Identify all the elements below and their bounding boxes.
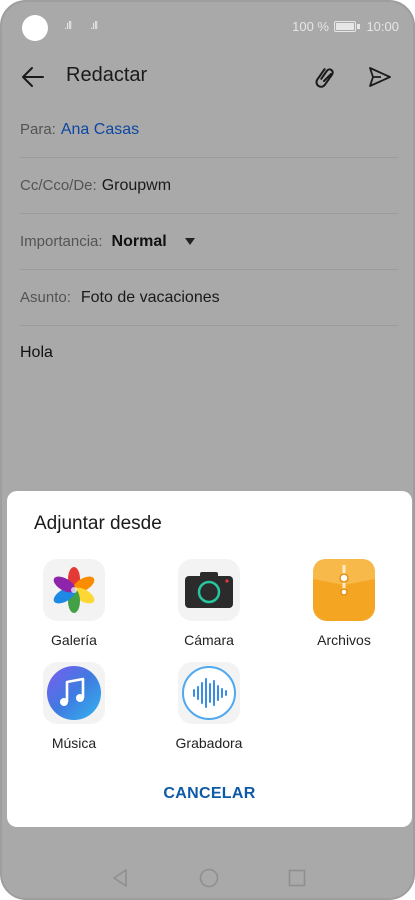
cc-field[interactable]: Cc/Cco/De: Groupwm bbox=[20, 158, 398, 214]
gallery-label: Galería bbox=[51, 632, 97, 648]
signal-icon-2: .ıll bbox=[90, 20, 98, 32]
message-body[interactable]: Hola bbox=[20, 344, 398, 362]
importance-label: Importancia: bbox=[20, 233, 103, 250]
triangle-back-icon bbox=[113, 869, 127, 887]
navigation-bar bbox=[2, 854, 413, 898]
page-title: Redactar bbox=[66, 64, 148, 86]
sheet-title: Adjuntar desde bbox=[34, 513, 162, 534]
camera-icon bbox=[178, 559, 240, 621]
to-label: Para: bbox=[20, 121, 56, 138]
music-label: Música bbox=[51, 735, 97, 751]
status-bar: .ıll .ıll 100 % 10:00 bbox=[2, 2, 413, 52]
dropdown-arrow-icon[interactable] bbox=[184, 238, 195, 245]
square-recents-icon bbox=[288, 869, 306, 887]
option-music[interactable]: Música bbox=[14, 662, 134, 751]
app-bar: Redactar bbox=[2, 52, 413, 102]
phone-screen: .ıll .ıll 100 % 10:00 Redactar Para: Ana… bbox=[0, 0, 415, 900]
recorder-label: Grabadora bbox=[175, 735, 243, 751]
files-label: Archivos bbox=[317, 632, 371, 648]
cc-value: Groupwm bbox=[101, 176, 172, 194]
attach-button[interactable] bbox=[309, 60, 343, 94]
option-camera[interactable]: Cámara bbox=[149, 559, 269, 648]
option-files[interactable]: Archivos bbox=[284, 559, 404, 648]
files-icon bbox=[313, 559, 375, 621]
signal-icon: .ıll bbox=[64, 20, 72, 32]
recorder-icon bbox=[178, 662, 240, 724]
circle-home-icon bbox=[199, 868, 219, 888]
subject-field[interactable]: Asunto: Foto de vacaciones bbox=[20, 270, 398, 326]
option-recorder[interactable]: Grabadora bbox=[149, 662, 269, 751]
to-field[interactable]: Para: Ana Casas bbox=[20, 102, 398, 158]
gallery-icon bbox=[43, 559, 105, 621]
paperclip-icon bbox=[315, 68, 334, 88]
importance-select[interactable]: Normal bbox=[112, 233, 167, 251]
camera-label: Cámara bbox=[184, 632, 234, 648]
attach-sheet: Adjuntar desde Galería Cámara Archivos M… bbox=[7, 491, 412, 827]
send-icon bbox=[369, 67, 391, 87]
option-gallery[interactable]: Galería bbox=[14, 559, 134, 648]
nav-back-button[interactable] bbox=[108, 866, 132, 890]
compose-form: Para: Ana Casas Cc/Cco/De: Groupwm Impor… bbox=[20, 102, 398, 362]
battery-icon bbox=[334, 21, 356, 32]
subject-label: Asunto: bbox=[20, 289, 71, 306]
nav-home-button[interactable] bbox=[197, 866, 221, 890]
importance-field[interactable]: Importancia: Normal bbox=[20, 214, 398, 270]
music-icon bbox=[43, 662, 105, 724]
send-button[interactable] bbox=[363, 60, 397, 94]
cancel-button[interactable]: CANCELAR bbox=[7, 785, 412, 803]
front-camera bbox=[22, 15, 48, 41]
cc-label: Cc/Cco/De: bbox=[20, 177, 97, 194]
recipient-chip[interactable]: Ana Casas bbox=[61, 121, 139, 139]
nav-recents-button[interactable] bbox=[285, 866, 309, 890]
back-button[interactable] bbox=[16, 60, 50, 94]
back-arrow-icon bbox=[22, 67, 44, 87]
battery-percent: 100 % bbox=[292, 19, 329, 34]
clock: 10:00 bbox=[366, 19, 399, 34]
subject-input[interactable]: Foto de vacaciones bbox=[81, 289, 220, 307]
